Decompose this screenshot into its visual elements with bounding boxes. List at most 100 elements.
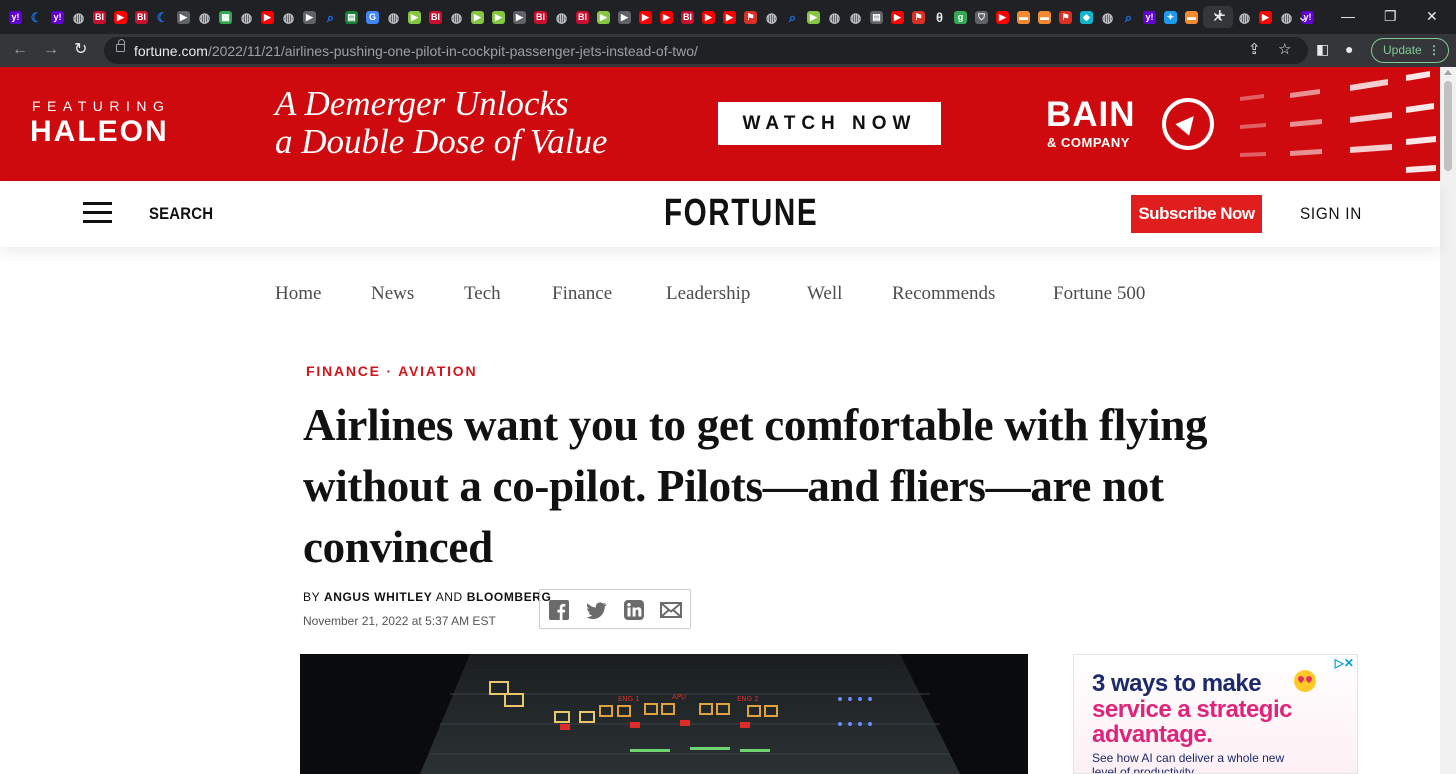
side-panel-icon[interactable]: ◧ xyxy=(1316,41,1329,58)
nav-item-well[interactable]: Well xyxy=(807,283,842,305)
nav-item-leadership[interactable]: Leadership xyxy=(666,283,750,305)
browser-tab[interactable]: ☾ xyxy=(153,6,172,28)
browser-tab[interactable]: BI xyxy=(426,6,445,28)
browser-tab[interactable]: ◍ xyxy=(69,6,88,28)
browser-tab[interactable]: ▶ xyxy=(174,6,193,28)
new-tab-plus-icon[interactable]: + xyxy=(1214,5,1226,27)
nav-item-tech[interactable]: Tech xyxy=(464,283,501,305)
browser-tab[interactable]: BI xyxy=(531,6,550,28)
browser-tab[interactable]: ◍ xyxy=(1235,6,1254,28)
nav-item-home[interactable]: Home xyxy=(275,283,321,305)
bookmark-star-icon[interactable]: ☆ xyxy=(1278,40,1291,58)
browser-tab[interactable]: ▬ xyxy=(1014,6,1033,28)
browser-tab[interactable]: ▬ xyxy=(1035,6,1054,28)
browser-tab[interactable]: ▶ xyxy=(594,6,613,28)
nav-item-recommends[interactable]: Recommends xyxy=(892,283,995,305)
browser-tab[interactable]: ▶ xyxy=(720,6,739,28)
browser-tab[interactable]: ⌕ xyxy=(783,6,802,28)
browser-tab[interactable]: ▶ xyxy=(468,6,487,28)
browser-tab[interactable]: ◍ xyxy=(237,6,256,28)
browser-tab[interactable]: ▶ xyxy=(258,6,277,28)
browser-tab[interactable]: BI xyxy=(678,6,697,28)
browser-tab[interactable]: ◍ xyxy=(846,6,865,28)
browser-tab[interactable]: ◍ xyxy=(279,6,298,28)
adchoices-icon[interactable]: ▷✕ xyxy=(1335,656,1354,670)
subscribe-button[interactable]: Subscribe Now xyxy=(1131,195,1262,233)
article-hero-image[interactable]: ENG 1 APU ENG 2 xyxy=(300,654,1028,774)
browser-tab[interactable]: BI xyxy=(90,6,109,28)
browser-tab[interactable]: ▶ xyxy=(1256,6,1275,28)
browser-tab[interactable]: ▬ xyxy=(1182,6,1201,28)
browser-tab[interactable]: ◍ xyxy=(762,6,781,28)
nav-item-finance[interactable]: Finance xyxy=(552,283,612,305)
scrollbar-thumb[interactable] xyxy=(1444,81,1452,171)
browser-tab[interactable]: y! xyxy=(6,6,25,28)
reload-icon[interactable]: ↻ xyxy=(74,39,87,61)
browser-tab[interactable]: ⚑ xyxy=(1056,6,1075,28)
facebook-share-icon[interactable] xyxy=(548,599,570,621)
browser-tab[interactable]: BI xyxy=(132,6,151,28)
browser-tab[interactable]: G xyxy=(363,6,382,28)
browser-tab[interactable]: ▶ xyxy=(489,6,508,28)
browser-tab[interactable]: ◍ xyxy=(195,6,214,28)
browser-tab[interactable]: y! xyxy=(48,6,67,28)
forward-arrow-icon[interactable]: → xyxy=(43,39,59,61)
hamburger-menu-icon[interactable] xyxy=(83,202,112,223)
browser-tab[interactable]: ◍ xyxy=(552,6,571,28)
browser-tab[interactable]: ▶ xyxy=(636,6,655,28)
email-share-icon[interactable] xyxy=(660,599,682,621)
browser-tab[interactable]: ▤ xyxy=(867,6,886,28)
browser-tab[interactable]: ▶ xyxy=(993,6,1012,28)
browser-tab[interactable]: ◍ xyxy=(1098,6,1117,28)
browser-tab[interactable]: ▶ xyxy=(405,6,424,28)
browser-tab[interactable]: ◍ xyxy=(384,6,403,28)
browser-tab[interactable]: g xyxy=(951,6,970,28)
tab-search-chevron-icon[interactable]: ⌄ xyxy=(1297,6,1309,26)
nav-item-news[interactable]: News xyxy=(371,283,414,305)
browser-tab[interactable]: ▦ xyxy=(216,6,235,28)
browser-tab[interactable]: ▶ xyxy=(699,6,718,28)
back-arrow-icon[interactable]: ← xyxy=(12,39,28,61)
browser-tab[interactable]: ⛉ xyxy=(972,6,991,28)
browser-tab[interactable]: ◆ xyxy=(1077,6,1096,28)
browser-tab[interactable]: ▶ xyxy=(111,6,130,28)
browser-tab[interactable]: ✦ xyxy=(1161,6,1180,28)
browser-tab[interactable]: ◍ xyxy=(447,6,466,28)
url-text[interactable]: fortune.com/2022/11/21/airlines-pushing-… xyxy=(134,43,698,59)
browser-tab[interactable]: ▶ xyxy=(300,6,319,28)
browser-tab[interactable]: y! xyxy=(1140,6,1159,28)
author-link-angus-whitley[interactable]: ANGUS WHITLEY xyxy=(324,590,432,604)
browser-tab[interactable]: ▶ xyxy=(888,6,907,28)
top-ad-banner[interactable]: FEATURING HALEON A Demerger Unlocks a Do… xyxy=(0,67,1440,181)
browser-tab[interactable]: ⚑ xyxy=(741,6,760,28)
browser-tab[interactable]: ⚑ xyxy=(909,6,928,28)
browser-tab[interactable]: BI xyxy=(573,6,592,28)
browser-tab[interactable]: θ xyxy=(930,6,949,28)
fortune-logo[interactable]: FORTUNE xyxy=(664,192,818,235)
sign-in-link[interactable]: SIGN IN xyxy=(1300,204,1362,224)
browser-tab[interactable]: ☾ xyxy=(27,6,46,28)
browser-tab[interactable]: ▶ xyxy=(657,6,676,28)
browser-tab[interactable]: ▶ xyxy=(615,6,634,28)
scroll-up-arrow-icon[interactable] xyxy=(1444,70,1452,75)
browser-tab[interactable]: ◍ xyxy=(1277,6,1296,28)
browser-tab[interactable]: ⌕ xyxy=(1119,6,1138,28)
ad-watch-now-button[interactable]: WATCH NOW xyxy=(718,102,941,145)
linkedin-share-icon[interactable] xyxy=(623,599,645,621)
twitter-share-icon[interactable] xyxy=(585,599,607,621)
search-button[interactable]: SEARCH xyxy=(149,204,213,224)
nav-item-fortune-500[interactable]: Fortune 500 xyxy=(1053,283,1145,305)
restore-window-icon[interactable]: ❐ xyxy=(1384,6,1397,26)
update-button[interactable]: Update ⋮ xyxy=(1371,38,1449,63)
share-page-icon[interactable]: ⇪ xyxy=(1248,40,1261,58)
browser-tab[interactable]: ▤ xyxy=(342,6,361,28)
browser-tab[interactable]: ▶ xyxy=(510,6,529,28)
browser-tab[interactable]: ▶ xyxy=(804,6,823,28)
close-window-icon[interactable]: ✕ xyxy=(1426,6,1438,26)
sidebar-ad[interactable]: ▷✕ 3 ways to make service a strategic ad… xyxy=(1073,654,1358,774)
profile-avatar-icon[interactable]: ● xyxy=(1345,41,1353,57)
page-scrollbar[interactable] xyxy=(1440,67,1456,774)
lock-icon[interactable] xyxy=(116,39,125,52)
address-bar[interactable]: fortune.com/2022/11/21/airlines-pushing-… xyxy=(104,37,1308,64)
browser-tab[interactable]: ◍ xyxy=(825,6,844,28)
